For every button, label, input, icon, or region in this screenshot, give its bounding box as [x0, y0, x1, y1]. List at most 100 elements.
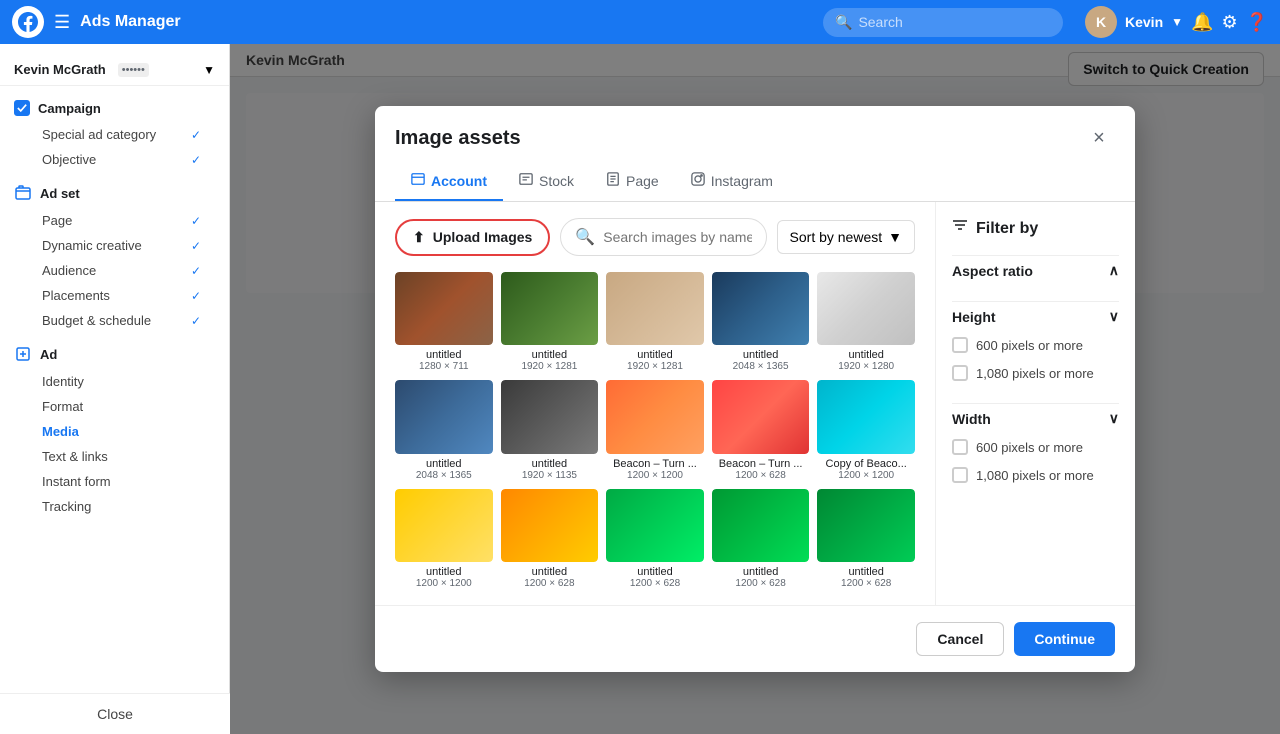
- filter-width-title[interactable]: Width ∨: [952, 403, 1119, 433]
- filter-width-1080[interactable]: 1,080 pixels or more: [952, 461, 1119, 489]
- image-name: untitled: [501, 566, 599, 578]
- height-600-checkbox[interactable]: [952, 337, 968, 353]
- global-search[interactable]: 🔍: [823, 8, 1063, 37]
- sidebar-item-placements[interactable]: Placements ✓: [14, 283, 215, 308]
- image-item[interactable]: untitled1200 × 628: [712, 489, 810, 589]
- sidebar-item-page[interactable]: Page ✓: [14, 208, 215, 233]
- aspect-ratio-chevron-icon: ∧: [1109, 262, 1119, 279]
- sidebar-account-chevron[interactable]: ▼: [203, 63, 215, 77]
- instagram-tab-icon: [691, 172, 705, 189]
- image-dims: 1200 × 1200: [395, 578, 493, 589]
- sidebar-account-name: Kevin McGrath: [14, 62, 106, 77]
- sidebar-item-media[interactable]: Media: [14, 419, 215, 444]
- check-icon: ✓: [191, 289, 201, 303]
- sidebar-item-special-ad[interactable]: Special ad category ✓: [14, 122, 215, 147]
- filter-width-600[interactable]: 600 pixels or more: [952, 433, 1119, 461]
- image-dims: 2048 × 1365: [395, 470, 493, 481]
- modal-footer: Cancel Continue: [375, 605, 1135, 672]
- campaign-label: Campaign: [38, 101, 101, 116]
- sidebar-section-adset-title[interactable]: Ad set: [14, 184, 215, 202]
- sidebar-section-campaign: Campaign Special ad category ✓ Objective…: [0, 94, 229, 178]
- image-item[interactable]: untitled1280 × 711: [395, 272, 493, 372]
- image-name: untitled: [606, 566, 704, 578]
- help-icon[interactable]: ❓: [1246, 12, 1268, 33]
- tab-account[interactable]: Account: [395, 162, 503, 201]
- image-item[interactable]: untitled1920 × 1281: [501, 272, 599, 372]
- sidebar-close-btn[interactable]: Close: [0, 693, 230, 734]
- tab-page[interactable]: Page: [590, 162, 675, 201]
- image-item[interactable]: untitled1200 × 1200: [395, 489, 493, 589]
- sidebar-item-text-links[interactable]: Text & links: [14, 444, 215, 469]
- sidebar-section-adset: Ad set Page ✓ Dynamic creative ✓ Audienc…: [0, 178, 229, 339]
- sidebar-section-campaign-title[interactable]: Campaign: [14, 100, 215, 116]
- modal-title: Image assets: [395, 127, 521, 150]
- image-item[interactable]: untitled1200 × 628: [501, 489, 599, 589]
- user-dropdown-arrow[interactable]: ▼: [1171, 15, 1183, 29]
- sidebar-item-budget[interactable]: Budget & schedule ✓: [14, 308, 215, 333]
- image-dims: 1920 × 1280: [817, 361, 915, 372]
- height-1080-checkbox[interactable]: [952, 365, 968, 381]
- image-item[interactable]: Beacon – Turn ...1200 × 628: [712, 380, 810, 480]
- check-icon: ✓: [191, 214, 201, 228]
- sidebar-item-instant-form[interactable]: Instant form: [14, 469, 215, 494]
- sidebar-section-ad-title[interactable]: Ad: [14, 345, 215, 363]
- user-name[interactable]: Kevin: [1125, 14, 1163, 30]
- image-item[interactable]: untitled1920 × 1280: [817, 272, 915, 372]
- image-name: untitled: [817, 566, 915, 578]
- image-item[interactable]: untitled1920 × 1281: [606, 272, 704, 372]
- upload-images-button[interactable]: ⬆ Upload Images: [395, 219, 550, 256]
- search-icon: 🔍: [835, 14, 852, 31]
- settings-icon[interactable]: ⚙: [1221, 12, 1237, 33]
- image-name: untitled: [395, 349, 493, 361]
- search-input[interactable]: [858, 14, 1051, 30]
- image-assets-modal: Image assets × Account: [375, 106, 1135, 672]
- image-item[interactable]: untitled1200 × 628: [817, 489, 915, 589]
- sidebar-item-format[interactable]: Format: [14, 394, 215, 419]
- top-nav: ☰ Ads Manager 🔍 K Kevin ▼ 🔔 ⚙ ❓: [0, 0, 1280, 44]
- sidebar-account[interactable]: Kevin McGrath •••••• ▼: [0, 54, 229, 86]
- filter-aspect-ratio: Aspect ratio ∧: [952, 255, 1119, 285]
- filter-height-600[interactable]: 600 pixels or more: [952, 331, 1119, 359]
- hamburger-menu[interactable]: ☰: [54, 12, 70, 33]
- filter-width: Width ∨ 600 pixels or more 1,080 pixels …: [952, 403, 1119, 489]
- image-item[interactable]: untitled1920 × 1135: [501, 380, 599, 480]
- filter-panel: Filter by Aspect ratio ∧ He: [935, 202, 1135, 605]
- continue-button[interactable]: Continue: [1014, 622, 1115, 656]
- sidebar-item-tracking[interactable]: Tracking: [14, 494, 215, 519]
- image-dims: 1920 × 1135: [501, 470, 599, 481]
- modal-tabs: Account Stock Page: [375, 162, 1135, 202]
- image-name: untitled: [501, 458, 599, 470]
- filter-height: Height ∨ 600 pixels or more 1,080 pixels…: [952, 301, 1119, 387]
- cancel-button[interactable]: Cancel: [916, 622, 1004, 656]
- image-name: Copy of Beaco...: [817, 458, 915, 470]
- image-item[interactable]: untitled2048 × 1365: [712, 272, 810, 372]
- image-item[interactable]: Copy of Beaco...1200 × 1200: [817, 380, 915, 480]
- campaign-checkbox: [14, 100, 30, 116]
- filter-height-title[interactable]: Height ∨: [952, 301, 1119, 331]
- width-1080-checkbox[interactable]: [952, 467, 968, 483]
- image-name: untitled: [817, 349, 915, 361]
- tab-stock[interactable]: Stock: [503, 162, 590, 201]
- modal-close-button[interactable]: ×: [1083, 122, 1115, 154]
- check-icon: ✓: [191, 314, 201, 328]
- sort-button[interactable]: Sort by newest ▼: [777, 220, 915, 254]
- facebook-logo[interactable]: [12, 6, 44, 38]
- notifications-icon[interactable]: 🔔: [1191, 12, 1213, 33]
- image-item[interactable]: Beacon – Turn ...1200 × 1200: [606, 380, 704, 480]
- sidebar-item-identity[interactable]: Identity: [14, 369, 215, 394]
- filter-icon: [952, 218, 968, 239]
- avatar[interactable]: K: [1085, 6, 1117, 38]
- tab-instagram[interactable]: Instagram: [675, 162, 789, 201]
- width-600-checkbox[interactable]: [952, 439, 968, 455]
- image-item[interactable]: untitled2048 × 1365: [395, 380, 493, 480]
- sidebar-item-dynamic[interactable]: Dynamic creative ✓: [14, 233, 215, 258]
- height-chevron-icon: ∨: [1109, 308, 1119, 325]
- image-dims: 1200 × 628: [501, 578, 599, 589]
- sidebar-item-audience[interactable]: Audience ✓: [14, 258, 215, 283]
- ad-icon: [14, 345, 32, 363]
- filter-aspect-ratio-title[interactable]: Aspect ratio ∧: [952, 255, 1119, 285]
- search-images-input[interactable]: [603, 229, 751, 245]
- filter-height-1080[interactable]: 1,080 pixels or more: [952, 359, 1119, 387]
- image-item[interactable]: untitled1200 × 628: [606, 489, 704, 589]
- sidebar-item-objective[interactable]: Objective ✓: [14, 147, 215, 172]
